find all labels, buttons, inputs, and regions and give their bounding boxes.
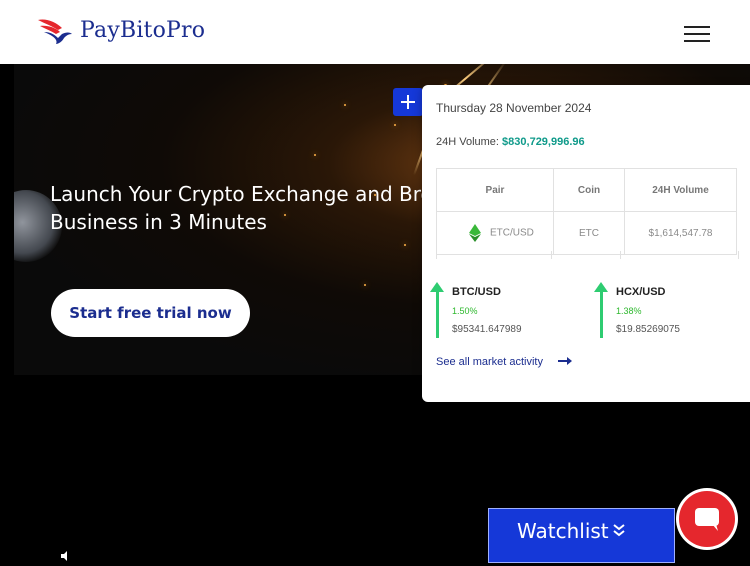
site-header: PayBitoPro xyxy=(0,0,750,64)
volume-cell: $1,614,547.78 xyxy=(624,211,737,255)
total-volume: 24H Volume: $830,729,996.96 xyxy=(436,136,585,148)
ticker-price: $95341.647989 xyxy=(452,324,522,335)
ticker-price: $19.85269075 xyxy=(616,324,680,335)
column-header-volume: 24H Volume xyxy=(624,168,737,212)
spark xyxy=(404,244,406,246)
bird-logo-icon xyxy=(38,19,72,44)
ticker-hcx[interactable]: HCX/USD 1.38% $19.85269075 xyxy=(588,282,738,342)
spark xyxy=(364,284,366,286)
column-header-pair: Pair xyxy=(436,168,554,212)
hero-title: Launch Your Crypto Exchange and Broke Bu… xyxy=(50,180,470,236)
market-table: Pair Coin 24H Volume ETC/USD ETC $1,614,… xyxy=(436,168,737,255)
ticker-change: 1.38% xyxy=(616,306,642,316)
logo-text: PayBitoPro xyxy=(80,17,206,43)
market-panel: Thursday 28 November 2024 24H Volume: $8… xyxy=(422,85,750,402)
volume-label: 24H Volume: xyxy=(436,136,499,148)
spark xyxy=(314,154,316,156)
see-all-market-link[interactable]: See all market activity xyxy=(436,356,573,368)
ethereum-classic-icon xyxy=(469,224,482,242)
chat-button[interactable] xyxy=(679,491,735,547)
start-free-trial-button[interactable]: Start free trial now xyxy=(51,289,250,337)
double-chevron-down-icon xyxy=(613,524,625,537)
market-date: Thursday 28 November 2024 xyxy=(436,101,592,115)
table-row[interactable]: ETC/USD ETC $1,614,547.78 xyxy=(436,211,737,255)
table-row-partial xyxy=(436,251,739,259)
volume-value: $830,729,996.96 xyxy=(502,136,585,148)
expand-button[interactable] xyxy=(393,88,423,116)
hamburger-menu-icon[interactable] xyxy=(684,26,710,42)
ticker-btc[interactable]: BTC/USD 1.50% $95341.647989 xyxy=(424,282,584,342)
watchlist-label: Watchlist xyxy=(517,519,609,543)
logo[interactable]: PayBitoPro xyxy=(36,14,205,46)
arrow-right-icon xyxy=(558,357,573,365)
ticker-change: 1.50% xyxy=(452,306,478,316)
watchlist-toggle[interactable]: Watchlist xyxy=(488,508,675,563)
pair-cell[interactable]: ETC/USD xyxy=(436,211,554,255)
see-all-label: See all market activity xyxy=(436,356,543,368)
plus-icon xyxy=(401,95,415,109)
speaker-icon[interactable] xyxy=(60,548,70,566)
spark xyxy=(394,124,396,126)
hero-title-line2: Business in 3 Minutes xyxy=(50,210,267,234)
pair-label: ETC/USD xyxy=(489,227,534,239)
column-header-coin: Coin xyxy=(553,168,625,212)
chat-bubble-icon xyxy=(695,508,719,531)
ticker-symbol: HCX/USD xyxy=(616,286,666,298)
table-header-row: Pair Coin 24H Volume xyxy=(436,168,737,212)
coin-cell: ETC xyxy=(553,211,625,255)
hero-title-line1: Launch Your Crypto Exchange and Broke xyxy=(50,182,456,206)
spark xyxy=(344,104,346,106)
ticker-symbol: BTC/USD xyxy=(452,286,501,298)
